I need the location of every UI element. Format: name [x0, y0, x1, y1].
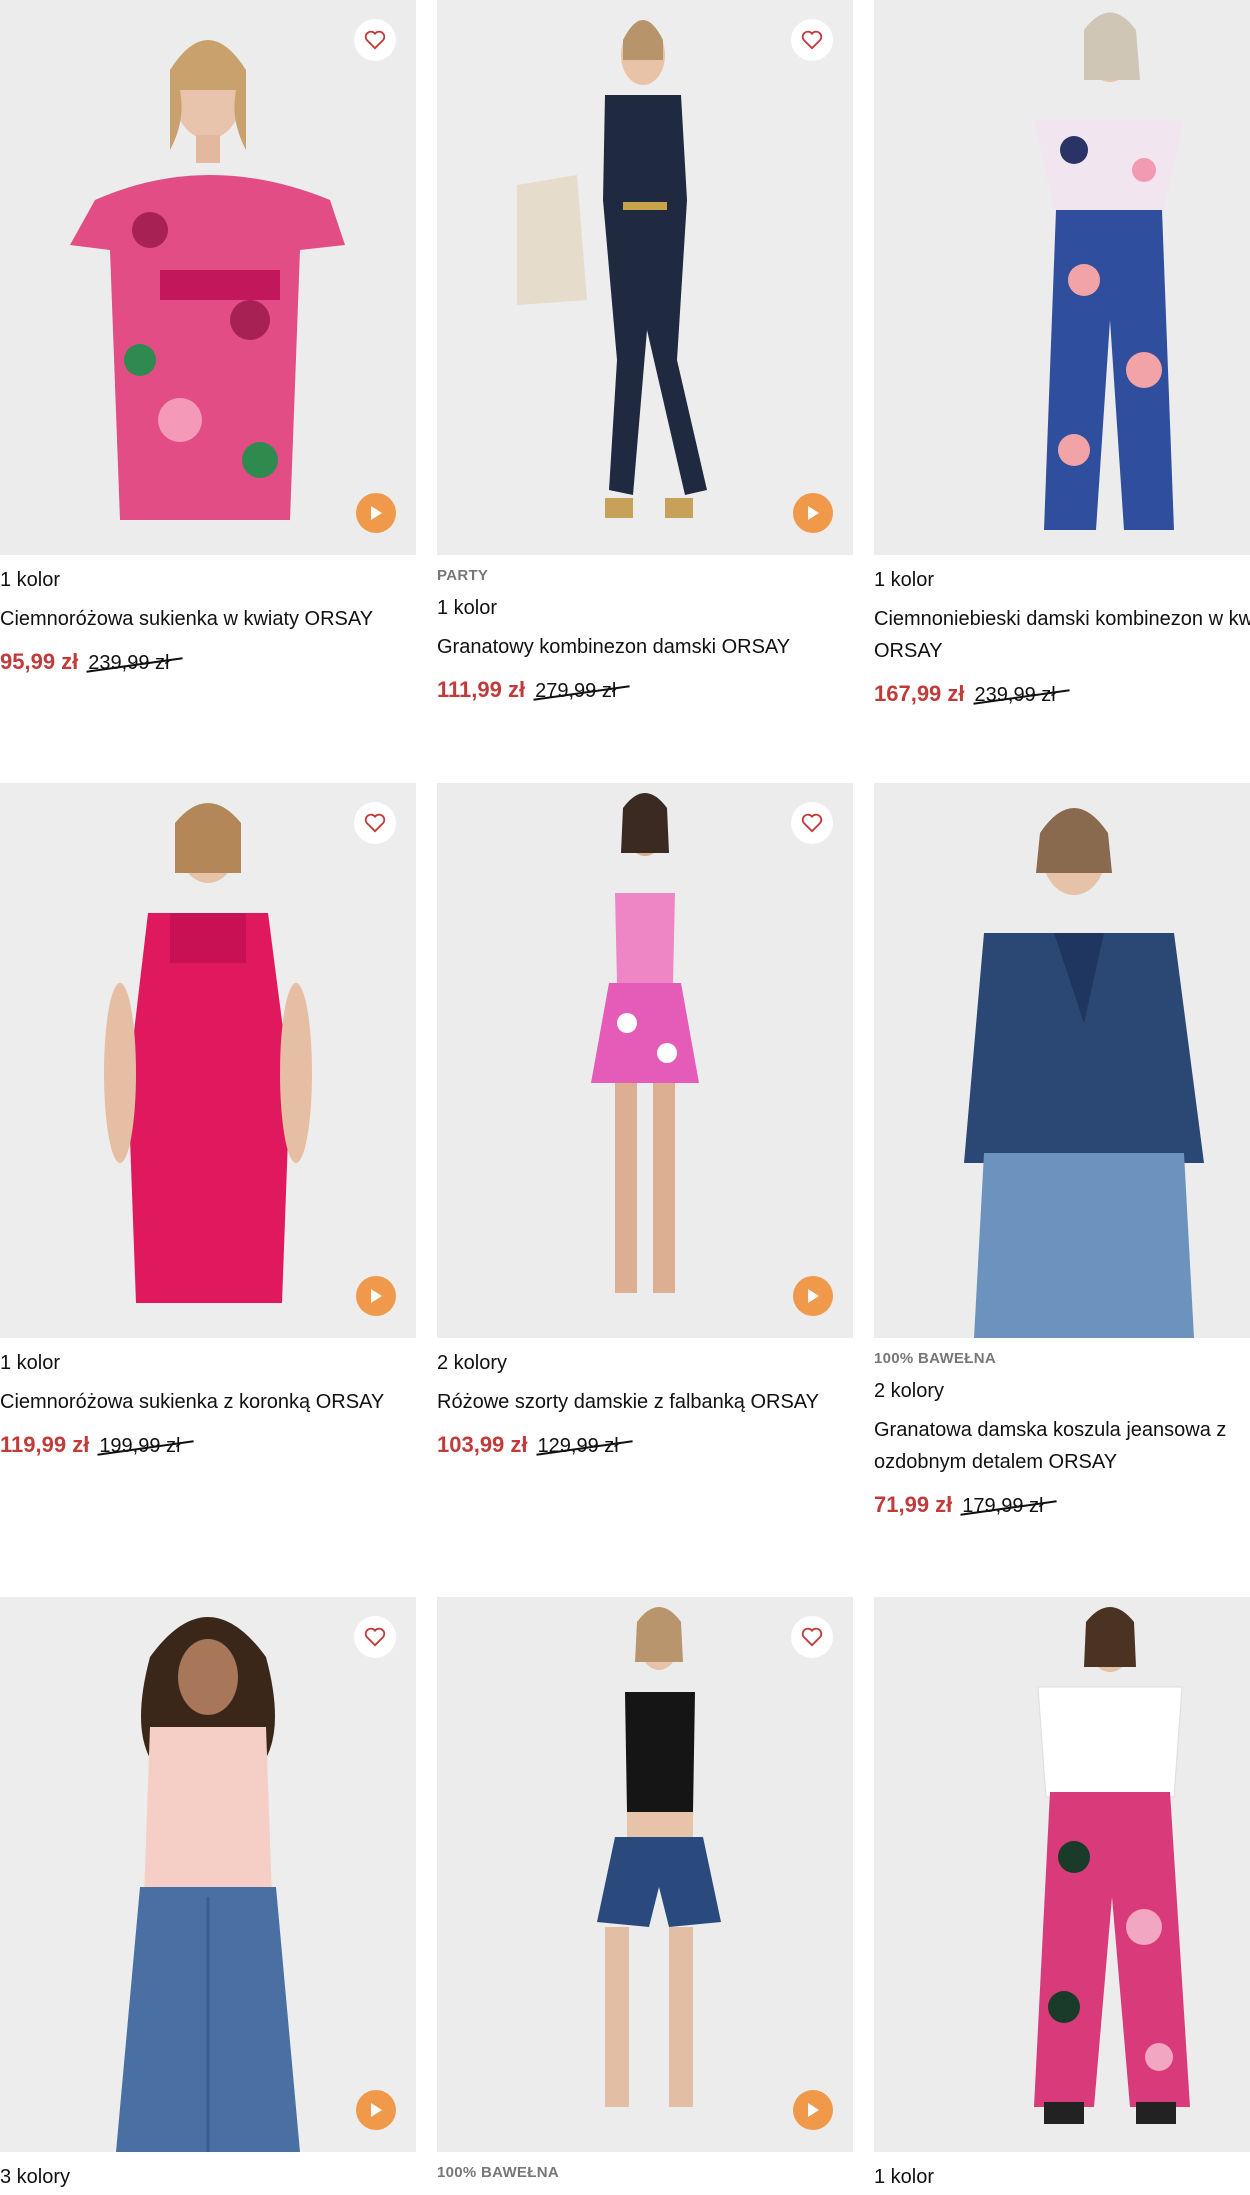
play-video-button[interactable] [793, 1276, 833, 1316]
product-name[interactable]: Ciemnoniebieski damski kombinezon w kwia… [874, 603, 1250, 667]
model-photo [0, 783, 416, 1338]
model-photo [437, 1597, 853, 2152]
color-count: 2 kolory [874, 1380, 945, 1402]
product-card[interactable]: 1 kolor Ciemnoróżowa sukienka w kwiaty O… [0, 0, 416, 675]
sale-price: 111,99 zł [437, 677, 526, 702]
heart-outline-icon [364, 30, 386, 50]
heart-outline-icon [364, 1627, 386, 1647]
favorite-button[interactable] [791, 1616, 833, 1658]
sale-price: 95,99 zł [0, 649, 79, 674]
original-price: 239,99 zł [88, 652, 170, 674]
play-icon [371, 506, 382, 520]
product-card[interactable]: 1 kolor Ciemnoniebieski damski kombinezo… [874, 0, 1250, 707]
favorite-button[interactable] [354, 802, 396, 844]
model-photo [874, 1597, 1250, 2152]
original-price: 129,99 zł [537, 1435, 619, 1457]
play-icon [808, 506, 819, 520]
price-block: 119,99 zł 199,99 zł [0, 1432, 416, 1458]
play-video-button[interactable] [356, 1276, 396, 1316]
product-name[interactable]: Różowe szorty damskie z falbanką ORSAY [437, 1386, 853, 1418]
sale-price: 167,99 zł [874, 681, 965, 706]
model-photo [874, 783, 1250, 1338]
color-count: 1 kolor [874, 2166, 935, 2188]
heart-outline-icon [801, 1627, 823, 1647]
product-name[interactable]: Granatowa damska koszula jeansowa z ozdo… [874, 1414, 1250, 1478]
product-image[interactable] [437, 1597, 853, 2152]
color-count: 2 kolory [437, 1352, 508, 1374]
product-name[interactable]: Ciemnoróżowa sukienka z koronką ORSAY [0, 1386, 416, 1418]
color-count: 1 kolor [874, 569, 935, 591]
play-icon [371, 1289, 382, 1303]
product-card[interactable]: 1 kolor [874, 1597, 1250, 2190]
play-video-button[interactable] [356, 2090, 396, 2130]
sale-price: 71,99 zł [874, 1492, 953, 1517]
favorite-button[interactable] [354, 1616, 396, 1658]
product-image[interactable] [0, 0, 416, 555]
product-image[interactable] [874, 783, 1250, 1338]
product-badge: PARTY [437, 567, 489, 584]
sale-price: 119,99 zł [0, 1432, 90, 1457]
product-image[interactable] [874, 0, 1250, 555]
original-price: 239,99 zł [974, 684, 1056, 706]
play-video-button[interactable] [793, 2090, 833, 2130]
play-icon [371, 2103, 382, 2117]
product-name[interactable]: Ciemnoróżowa sukienka w kwiaty ORSAY [0, 603, 416, 635]
price-block: 71,99 zł 179,99 zł [874, 1492, 1250, 1518]
model-photo [437, 0, 853, 555]
play-video-button[interactable] [356, 493, 396, 533]
product-badge: 100% BAWEŁNA [874, 1350, 996, 1367]
original-price: 179,99 zł [962, 1495, 1044, 1517]
product-image[interactable] [0, 1597, 416, 2152]
play-icon [808, 2103, 819, 2117]
product-image[interactable] [874, 1597, 1250, 2152]
favorite-button[interactable] [791, 802, 833, 844]
heart-outline-icon [364, 813, 386, 833]
heart-outline-icon [801, 30, 823, 50]
product-grid: 1 kolor Ciemnoróżowa sukienka w kwiaty O… [0, 0, 1250, 2195]
color-count: 3 kolory [0, 2166, 71, 2188]
heart-outline-icon [801, 813, 823, 833]
product-card[interactable]: PARTY 1 kolor Granatowy kombinezon damsk… [437, 0, 853, 703]
favorite-button[interactable] [354, 19, 396, 61]
model-photo [0, 0, 416, 555]
product-card[interactable]: 2 kolory Różowe szorty damskie z falbank… [437, 783, 853, 1458]
original-price: 279,99 zł [535, 680, 617, 702]
play-video-button[interactable] [793, 493, 833, 533]
original-price: 199,99 zł [99, 1435, 181, 1457]
favorite-button[interactable] [791, 19, 833, 61]
product-card[interactable]: 1 kolor Ciemnoróżowa sukienka z koronką … [0, 783, 416, 1458]
product-image[interactable] [0, 783, 416, 1338]
price-block: 95,99 zł 239,99 zł [0, 649, 416, 675]
model-photo [874, 0, 1250, 555]
price-block: 167,99 zł 239,99 zł [874, 681, 1250, 707]
product-image[interactable] [437, 0, 853, 555]
sale-price: 103,99 zł [437, 1432, 528, 1457]
color-count: 1 kolor [437, 597, 498, 619]
price-block: 103,99 zł 129,99 zł [437, 1432, 853, 1458]
price-block: 111,99 zł 279,99 zł [437, 677, 853, 703]
color-count: 1 kolor [0, 1352, 61, 1374]
product-image[interactable] [437, 783, 853, 1338]
product-card[interactable]: 3 kolory [0, 1597, 416, 2190]
product-name[interactable]: Granatowy kombinezon damski ORSAY [437, 631, 853, 663]
model-photo [0, 1597, 416, 2152]
color-count: 1 kolor [0, 569, 61, 591]
product-badge: 100% BAWEŁNA [437, 2164, 559, 2181]
play-icon [808, 1289, 819, 1303]
product-card[interactable]: 100% BAWEŁNA [437, 1597, 853, 2192]
model-photo [437, 783, 853, 1338]
product-card[interactable]: 100% BAWEŁNA 2 kolory Granatowa damska k… [874, 783, 1250, 1518]
